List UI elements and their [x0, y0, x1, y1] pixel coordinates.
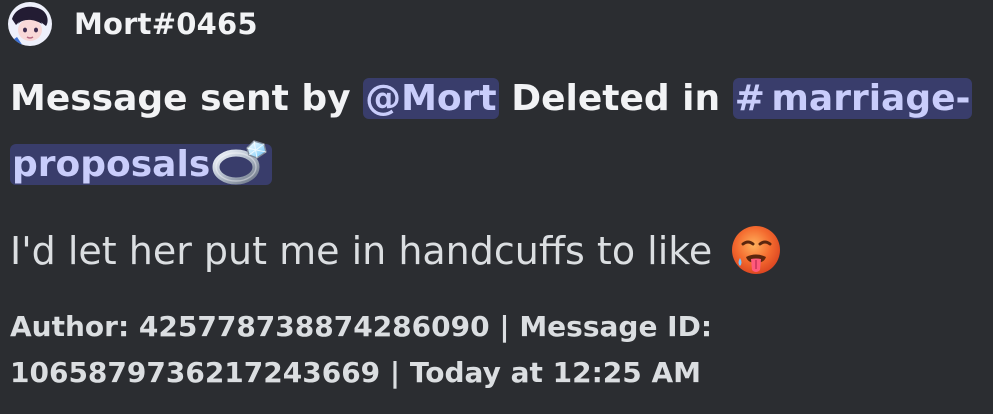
- avatar[interactable]: [8, 2, 52, 46]
- ring-icon: [212, 140, 268, 185]
- title-middle: Deleted in: [511, 78, 721, 119]
- channel-hash: #: [734, 78, 765, 119]
- author-name[interactable]: Mort#0465: [74, 7, 258, 41]
- embed-author: Mort#0465: [8, 2, 258, 46]
- title-prefix: Message sent by: [10, 78, 351, 119]
- hot-face-icon: [732, 226, 781, 274]
- user-mention[interactable]: @Mort: [363, 78, 499, 119]
- embed-title: Message sent by @Mort Deleted in # marri…: [10, 66, 985, 198]
- embed-footer: Author: 425778738874286090 | Message ID:…: [10, 310, 713, 389]
- message-content: I'd let her put me in handcuffs to like: [10, 224, 782, 276]
- message-text: I'd let her put me in handcuffs to like: [10, 229, 713, 273]
